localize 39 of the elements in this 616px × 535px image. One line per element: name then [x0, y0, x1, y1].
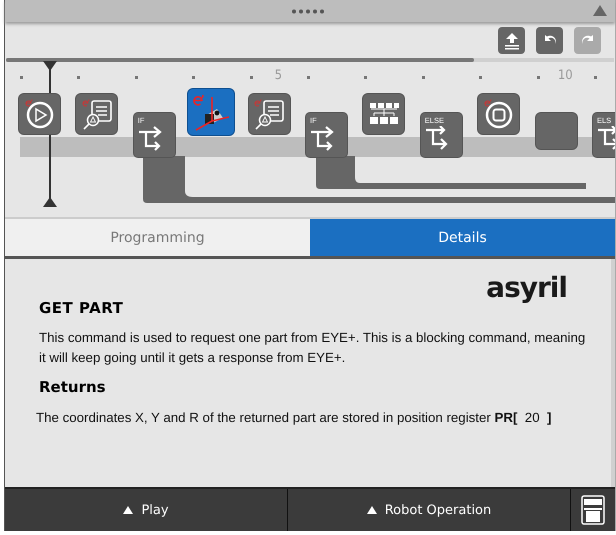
command-description: This command is used to request one part from EYE+. This is a blocking command, meaning it will keep going until it gets a response from EYE+.	[39, 329, 586, 367]
ruler-tick	[364, 76, 368, 79]
caret-up-icon	[366, 506, 377, 514]
drag-handle-icon[interactable]	[291, 9, 327, 14]
start-node[interactable]	[19, 94, 60, 134]
ruler-tick	[307, 76, 310, 79]
ruler-tick	[77, 76, 80, 79]
end-node[interactable]	[536, 113, 577, 149]
upload-icon	[502, 30, 520, 50]
ruler-label: 5	[274, 68, 282, 83]
ruler-tick	[479, 76, 482, 79]
ruler-tick	[20, 76, 23, 79]
ruler-tick	[536, 76, 540, 79]
machine-icon	[581, 495, 605, 525]
document-magnifier-icon	[252, 97, 286, 131]
ruler-tick	[134, 76, 138, 79]
vision-node[interactable]	[188, 89, 234, 135]
ruler-tick	[422, 76, 425, 79]
ruler-tick	[250, 76, 253, 79]
parallel-node[interactable]	[363, 94, 404, 134]
section-heading: Returns	[39, 378, 107, 396]
document-magnifier-icon	[80, 97, 114, 131]
stop-node[interactable]	[478, 94, 520, 134]
tab[interactable]: Programming	[5, 219, 310, 256]
ruler-tick	[192, 76, 196, 79]
upload-button[interactable]	[498, 27, 525, 54]
caret-up-icon	[123, 506, 134, 514]
command-title: GET PART	[39, 299, 124, 317]
inspect-node[interactable]	[248, 94, 290, 134]
tab[interactable]: Details	[310, 219, 615, 256]
undo-button[interactable]	[536, 27, 563, 54]
ruler-tick	[594, 76, 597, 79]
inspect-node[interactable]	[76, 94, 118, 134]
ruler-label: 10	[558, 68, 573, 83]
camera-axes-icon	[191, 92, 232, 132]
company-logo: asyril	[486, 271, 567, 304]
scroll-bar[interactable]	[6, 58, 614, 62]
returns-description: The coordinates X, Y and R of the returned part are stored in position register PR[ 20 ]	[36, 409, 552, 427]
collapse-icon[interactable]	[593, 5, 607, 16]
